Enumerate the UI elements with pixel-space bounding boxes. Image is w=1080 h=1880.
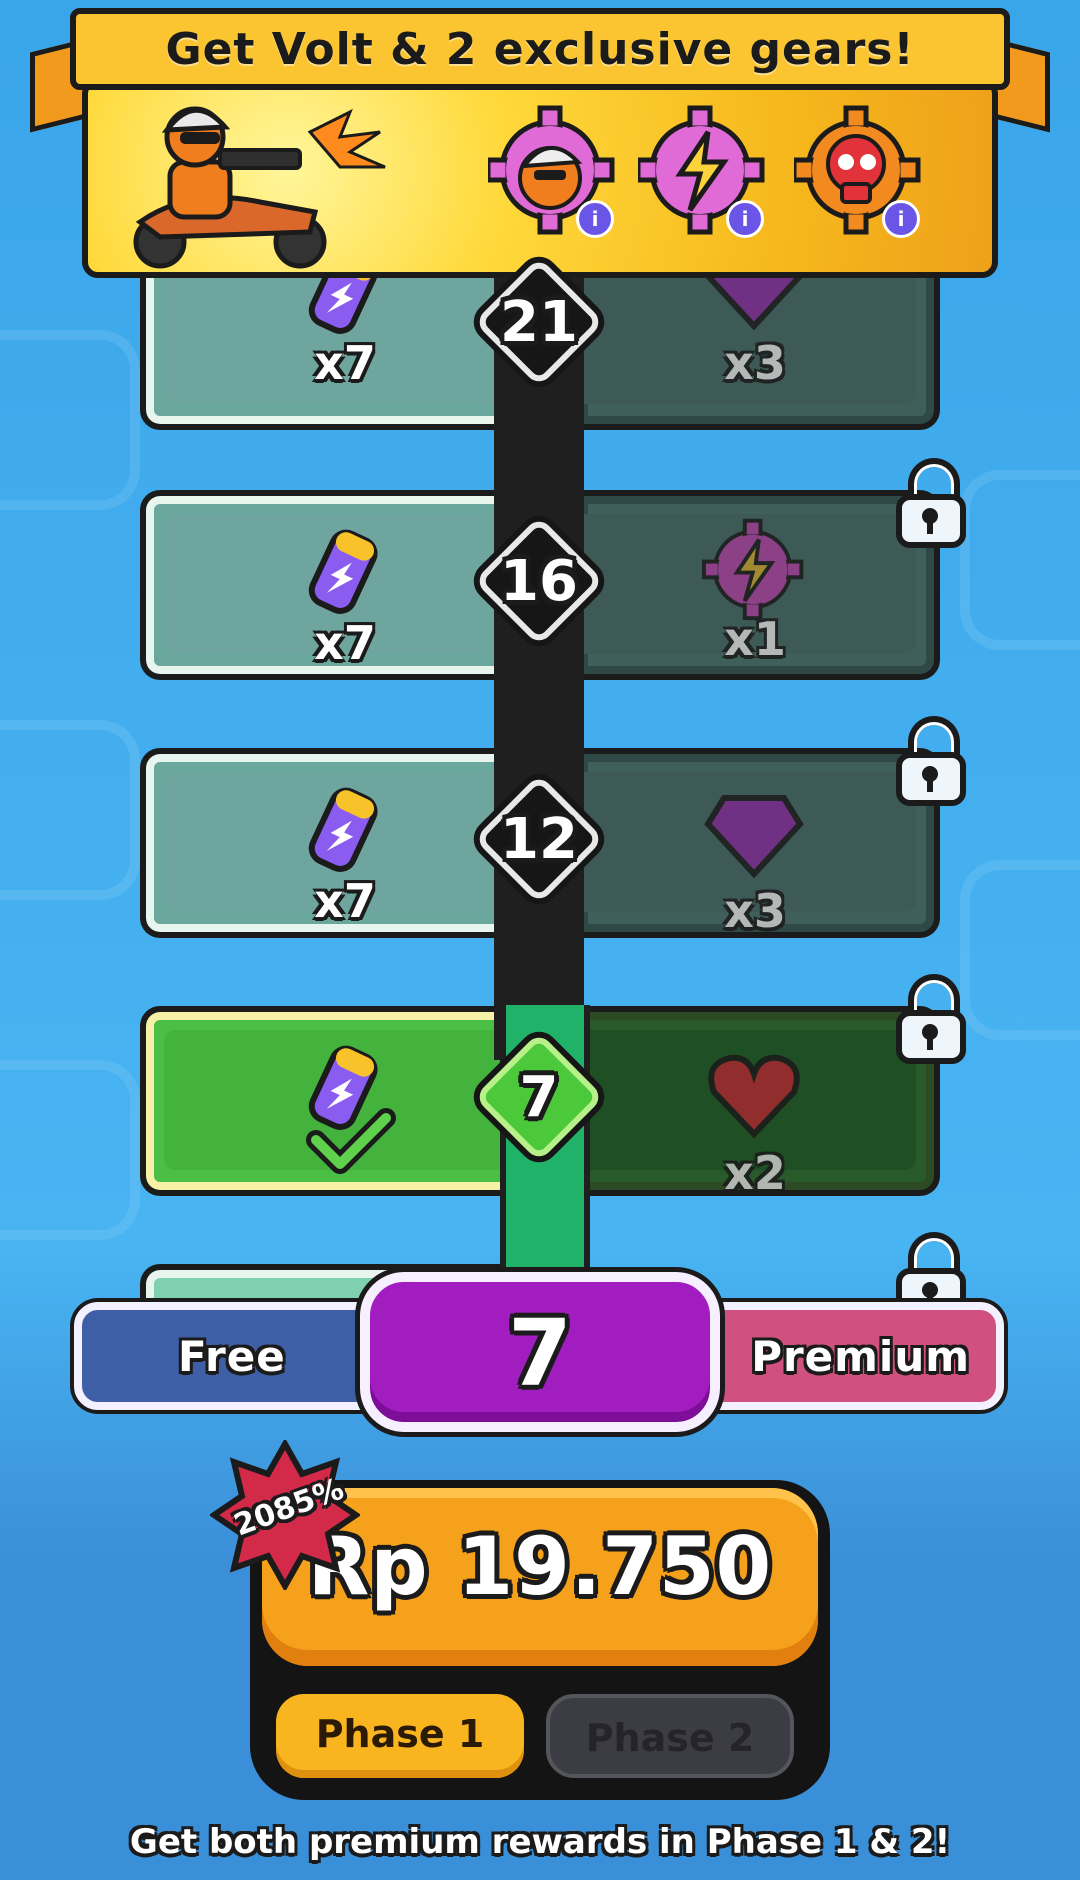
level-number: 12 xyxy=(500,807,578,872)
battle-pass-screen: Get Volt & 2 exclusive gears! i i i x7 x… xyxy=(0,0,1080,1880)
level-marker: 16 xyxy=(473,515,605,647)
premium-reward: x2 xyxy=(690,1050,820,1200)
level-number: 16 xyxy=(500,549,578,614)
premium-reward-quantity: x1 xyxy=(724,612,786,666)
free-reward-quantity: x7 xyxy=(314,874,376,928)
level-number: 7 xyxy=(519,1065,559,1130)
background-pattern xyxy=(960,470,1080,650)
background-pattern xyxy=(0,330,140,510)
lock-icon xyxy=(896,458,966,548)
checkmark-icon xyxy=(306,1108,396,1174)
free-reward xyxy=(280,1036,410,1186)
free-reward-quantity: x7 xyxy=(314,336,376,390)
volt-gear-reward[interactable]: i xyxy=(485,102,618,242)
banner-title-ribbon: Get Volt & 2 exclusive gears! xyxy=(70,8,1010,90)
battery-icon xyxy=(308,529,378,614)
lightning-gear-reward[interactable]: i xyxy=(635,102,768,242)
premium-tab-label: Premium xyxy=(751,1332,970,1381)
premium-reward: x3 xyxy=(690,788,820,938)
offer-banner[interactable]: i i i xyxy=(82,78,998,278)
free-reward: x7 xyxy=(280,778,410,928)
gem-icon xyxy=(704,795,804,878)
phase-1-tab[interactable]: Phase 1 xyxy=(276,1694,524,1778)
skull-gear-reward[interactable]: i xyxy=(791,102,924,242)
current-level-marker: 7 xyxy=(473,1031,605,1163)
battery-icon xyxy=(308,787,378,872)
volt-character-on-motorcycle-icon xyxy=(133,106,386,269)
level-number: 21 xyxy=(500,290,578,355)
background-pattern xyxy=(0,1060,140,1240)
phase-2-label: Phase 2 xyxy=(585,1716,755,1760)
premium-reward-quantity: x2 xyxy=(724,1146,786,1200)
footer-note: Get both premium rewards in Phase 1 & 2! xyxy=(129,1822,951,1862)
info-icon[interactable]: i xyxy=(576,200,614,238)
background-pattern xyxy=(960,860,1080,1040)
lock-icon xyxy=(896,974,966,1064)
level-marker: 12 xyxy=(473,773,605,905)
lock-icon xyxy=(896,716,966,806)
premium-reward: x1 xyxy=(690,516,820,666)
phase-2-tab[interactable]: Phase 2 xyxy=(546,1694,794,1778)
current-level-value: 7 xyxy=(507,1300,572,1407)
discount-badge: 2085% xyxy=(208,1437,362,1593)
level-marker: 21 xyxy=(473,256,605,388)
free-tab-label: Free xyxy=(178,1332,286,1381)
banner-title: Get Volt & 2 exclusive gears! xyxy=(165,23,915,75)
heart-icon xyxy=(708,1054,800,1139)
lightning-gear-icon xyxy=(701,518,804,621)
premium-reward-quantity: x3 xyxy=(724,884,786,938)
free-reward: x7 xyxy=(280,520,410,670)
info-icon[interactable]: i xyxy=(726,200,764,238)
current-level-display: 7 xyxy=(360,1272,720,1432)
premium-reward-quantity: x3 xyxy=(724,336,786,390)
free-reward-quantity: x7 xyxy=(314,616,376,670)
background-pattern xyxy=(0,720,140,900)
phase-1-label: Phase 1 xyxy=(315,1712,485,1756)
info-icon[interactable]: i xyxy=(882,200,920,238)
